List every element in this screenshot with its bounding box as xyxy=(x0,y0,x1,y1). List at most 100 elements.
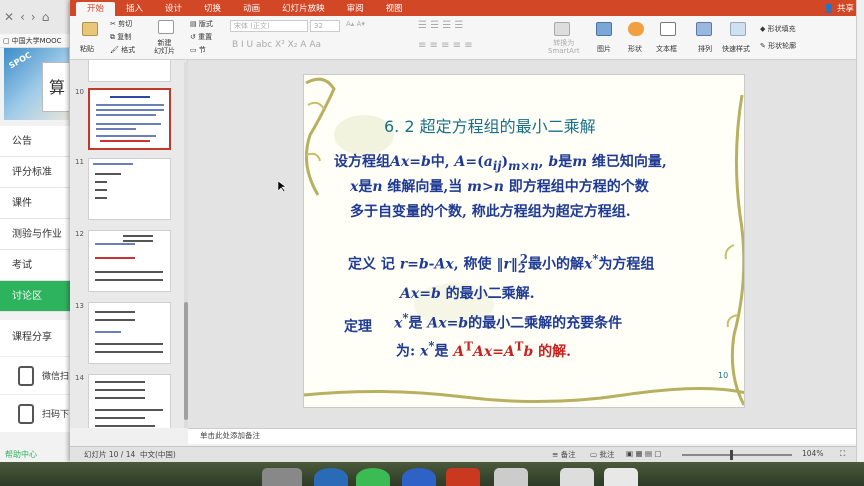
browser-tab[interactable]: ▢ 中国大学MOOC xyxy=(0,34,73,48)
brush-icon: 🖌 xyxy=(110,46,122,54)
arrange-label[interactable]: 排列 xyxy=(698,44,712,54)
convert-smartart-label[interactable]: 转换为 SmartArt xyxy=(548,39,580,55)
fit-slide-icon[interactable]: ⛶ xyxy=(840,449,845,459)
notes-label: 备注 xyxy=(560,450,576,459)
zoom-slider-thumb[interactable] xyxy=(730,450,733,460)
ribbon-home: 粘贴 ✂ 剪切 ⧉ 复制 🖌 格式 新建 幻灯片 ▤ 版式 ↺ 重置 ▭ 节 宋… xyxy=(70,16,864,60)
paint-bucket-icon: ◆ xyxy=(760,25,768,33)
copy-button[interactable]: ⧉ 复制 xyxy=(110,32,131,42)
safari-icon[interactable] xyxy=(314,468,348,486)
slide-canvas[interactable]: 6. 2 超定方程组的最小二乘解 设方程组Ax=b中, A=(aij)m×n, … xyxy=(303,74,745,408)
scan-label: 扫码下 xyxy=(42,410,70,420)
back-icon[interactable]: ‹ xyxy=(20,10,25,24)
section-button[interactable]: ▭ 节 xyxy=(190,45,206,55)
notes-pane[interactable]: 单击此处添加备注 xyxy=(188,428,856,444)
scan-download[interactable]: 扫码下 xyxy=(0,394,73,432)
tab-transitions[interactable]: 切换 xyxy=(193,2,232,16)
font-grow-icon[interactable]: A▴ A▾ xyxy=(346,20,365,28)
tab-design[interactable]: 设计 xyxy=(154,2,193,16)
slide-thumbnail[interactable] xyxy=(88,374,171,428)
menu-item-grading[interactable]: 评分标准 xyxy=(0,157,73,188)
format-label: 格式 xyxy=(121,46,136,54)
powerpoint-window: 开始 插入 设计 切换 动画 幻灯片放映 审阅 视图 👤 共享 粘贴 ✂ 剪切 … xyxy=(70,0,864,462)
shape-outline-button[interactable]: ✎ 形状轮廓 xyxy=(760,41,796,51)
shape-icon[interactable] xyxy=(628,22,644,36)
tab-review[interactable]: 审阅 xyxy=(336,2,375,16)
cut-button[interactable]: ✂ 剪切 xyxy=(110,19,132,29)
wechat-label: 微信扫 xyxy=(42,372,70,382)
layout-icon: ▤ xyxy=(190,20,199,28)
forward-icon[interactable]: › xyxy=(31,10,36,24)
tab-slideshow[interactable]: 幻灯片放映 xyxy=(271,2,336,16)
smartart-icon[interactable] xyxy=(554,22,570,36)
tab-insert[interactable]: 插入 xyxy=(115,2,154,16)
notes-toggle[interactable]: ≡ 备注 xyxy=(552,449,576,460)
textbox-label[interactable]: 文本框 xyxy=(656,44,677,54)
app-icon[interactable] xyxy=(494,468,528,486)
view-buttons[interactable]: ▣ ▦ ▤ ▢ xyxy=(626,449,662,458)
new-slide-icon[interactable] xyxy=(158,20,174,34)
font-size-select[interactable]: 32 xyxy=(310,20,340,32)
browser-tab-title: 中国大学MOOC xyxy=(11,36,62,45)
new-slide-label[interactable]: 新建 幻灯片 xyxy=(154,39,175,55)
menu-item-forum[interactable]: 讨论区 xyxy=(0,281,73,312)
menu-item-courseware[interactable]: 课件 xyxy=(0,188,73,219)
finder-icon[interactable] xyxy=(262,468,302,486)
slide-paragraph-line-1: 设方程组Ax=b中, A=(aij)m×n, b是m 维已知向量, xyxy=(334,154,667,173)
help-center-link[interactable]: 帮助中心 xyxy=(0,448,73,462)
zoom-level[interactable]: 104% xyxy=(802,449,823,458)
format-painter-button[interactable]: 🖌 格式 xyxy=(110,45,135,55)
page-icon: ▢ xyxy=(3,36,10,45)
picture-icon[interactable] xyxy=(596,22,612,36)
quick-styles-icon[interactable] xyxy=(730,22,746,36)
cut-label: 剪切 xyxy=(118,20,133,28)
section-label: 节 xyxy=(198,46,206,54)
app-icon[interactable] xyxy=(604,468,638,486)
textbox-icon[interactable] xyxy=(660,22,676,36)
thumb-number: 14 xyxy=(75,374,84,382)
slide-thumbnail-selected[interactable] xyxy=(88,88,171,150)
app-icon[interactable] xyxy=(560,468,594,486)
paste-icon[interactable] xyxy=(82,22,98,36)
comments-toggle[interactable]: ▭ 批注 xyxy=(590,449,614,460)
zoom-slider[interactable] xyxy=(682,454,792,456)
tab-animations[interactable]: 动画 xyxy=(232,2,271,16)
close-icon[interactable]: ✕ xyxy=(4,10,14,24)
shape-label[interactable]: 形状 xyxy=(628,44,642,54)
paste-label[interactable]: 粘贴 xyxy=(80,44,94,54)
thumb-number: 13 xyxy=(75,302,84,310)
wechat-icon[interactable] xyxy=(356,468,390,486)
quick-styles-label[interactable]: 快速样式 xyxy=(722,44,750,54)
slide-thumbnail[interactable] xyxy=(88,230,171,292)
qq-icon[interactable] xyxy=(402,468,436,486)
ribbon-tabs: 开始 插入 设计 切换 动画 幻灯片放映 审阅 视图 👤 共享 xyxy=(70,0,864,16)
powerpoint-icon[interactable] xyxy=(446,468,480,486)
language-indicator: 中文(中国) xyxy=(140,450,176,459)
arrange-icon[interactable] xyxy=(696,22,712,36)
align-buttons[interactable]: ≡ ≡ ≡ ≡ ≡ xyxy=(418,40,473,51)
picture-label[interactable]: 图片 xyxy=(597,44,611,54)
menu-item-announcement[interactable]: 公告 xyxy=(0,126,73,157)
wechat-share[interactable]: 微信扫 xyxy=(0,356,73,394)
slide-page-number: 10 xyxy=(718,371,729,380)
list-buttons[interactable]: ☰ ☰ ☰ ☰ xyxy=(418,20,463,31)
slide-thumbnail[interactable] xyxy=(88,302,171,364)
course-share[interactable]: 课程分享 xyxy=(0,320,73,356)
menu-item-quiz[interactable]: 测验与作业 xyxy=(0,219,73,250)
reset-label: 重置 xyxy=(198,33,213,41)
font-name-select[interactable]: 宋体 (正文) xyxy=(230,20,308,32)
layout-button[interactable]: ▤ 版式 xyxy=(190,19,213,29)
tab-view[interactable]: 视图 xyxy=(375,2,414,16)
font-style-buttons[interactable]: B I U abc X² X₂ A Aa xyxy=(232,40,321,50)
slide-thumbnail[interactable] xyxy=(88,158,171,220)
slide-thumbnails-pane: 10 11 12 13 14 xyxy=(70,60,188,428)
user-icon: 👤 xyxy=(823,4,837,14)
slide-thumbnail[interactable] xyxy=(88,60,171,82)
home-icon[interactable]: ⌂ xyxy=(42,10,50,24)
menu-item-exam[interactable]: 考试 xyxy=(0,250,73,281)
course-cover-image: SPOC 算 xyxy=(4,48,69,120)
comments-label: 批注 xyxy=(599,450,615,459)
shape-fill-button[interactable]: ◆ 形状填充 xyxy=(760,24,796,34)
tab-home[interactable]: 开始 xyxy=(76,2,116,16)
reset-button[interactable]: ↺ 重置 xyxy=(190,32,212,42)
